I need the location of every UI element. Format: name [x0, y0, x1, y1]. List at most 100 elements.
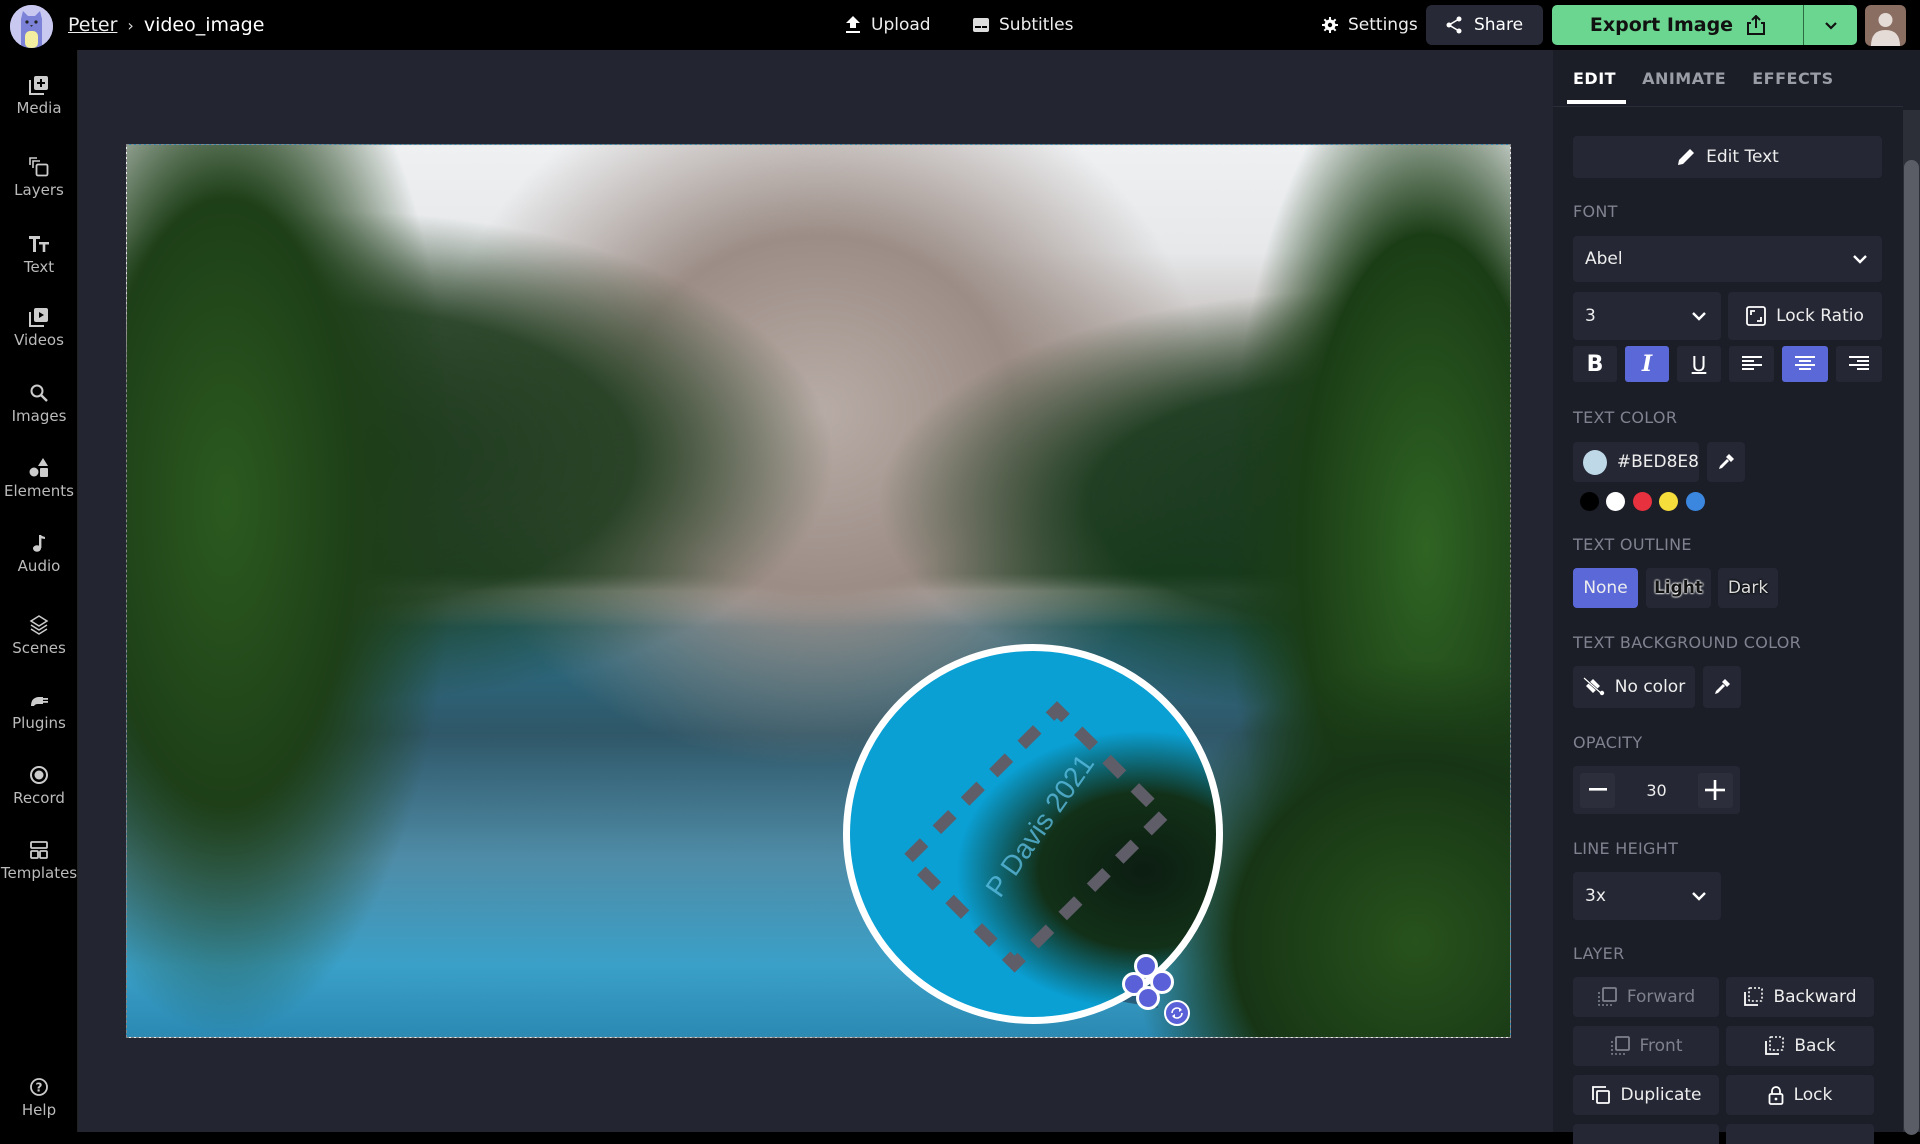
chevron-down-icon [1853, 255, 1867, 264]
export-label: Export Image [1589, 14, 1734, 36]
share-label: Share [1473, 15, 1524, 35]
sidebar-label-plugins: Plugins [12, 714, 66, 732]
opacity-value[interactable]: 30 [1646, 781, 1666, 800]
breadcrumb-parent-link[interactable]: Peter [68, 14, 117, 36]
lock-button[interactable]: Lock [1726, 1075, 1874, 1115]
layer-back-button[interactable]: Back [1726, 1026, 1874, 1066]
outline-light-button[interactable]: Light [1646, 568, 1711, 608]
sidebar-item-videos[interactable]: Videos [0, 307, 78, 349]
sidebar-item-layers[interactable]: Layers [0, 157, 78, 199]
settings-label: Settings [1348, 15, 1418, 35]
sidebar-label-templates: Templates [0, 864, 78, 882]
left-sidebar: Media Layers Text Videos Images Elements… [0, 50, 78, 1132]
color-preset-red[interactable] [1633, 492, 1652, 511]
outline-none-button[interactable]: None [1573, 568, 1638, 608]
tab-animate[interactable]: ANIMATE [1642, 50, 1726, 106]
chevron-down-icon [1824, 21, 1837, 30]
color-preset-black[interactable] [1580, 492, 1599, 511]
align-left-button[interactable] [1729, 346, 1774, 382]
sidebar-item-text[interactable]: Text [0, 234, 78, 276]
upload-button[interactable]: Upload [845, 0, 931, 50]
send-to-back-icon [1765, 1036, 1785, 1055]
more-layer-button-partial[interactable] [1573, 1124, 1719, 1144]
font-size-select[interactable]: 3 [1573, 292, 1721, 340]
templates-icon [30, 841, 48, 859]
record-icon [30, 766, 48, 784]
magnifier-pointer [978, 880, 1158, 1008]
paint-bucket-no-color-icon [1582, 677, 1604, 696]
send-backward-icon [1744, 987, 1764, 1006]
app-logo-avatar[interactable] [10, 5, 53, 48]
layer-front-button[interactable]: Front [1573, 1026, 1719, 1066]
color-preset-white[interactable] [1606, 492, 1625, 511]
opacity-decrease-button[interactable] [1580, 772, 1615, 808]
sidebar-item-media[interactable]: Media [0, 75, 78, 117]
text-color-heading: TEXT COLOR [1573, 408, 1678, 427]
sidebar-item-templates[interactable]: Templates [0, 840, 78, 882]
sidebar-item-plugins[interactable]: Plugins [0, 690, 78, 732]
sidebar-item-help[interactable]: ? Help [0, 1077, 78, 1119]
align-right-icon [1849, 356, 1869, 370]
user-avatar[interactable] [1865, 5, 1906, 46]
sidebar-label-elements: Elements [4, 482, 74, 500]
svg-text:?: ? [36, 1081, 43, 1095]
tab-effects[interactable]: EFFECTS [1752, 50, 1833, 106]
color-preset-blue[interactable] [1686, 492, 1705, 511]
plug-icon [31, 697, 48, 706]
sidebar-label-scenes: Scenes [12, 639, 66, 657]
rotate-icon [1171, 1007, 1183, 1019]
text-background-color-picker[interactable]: No color [1573, 666, 1695, 708]
line-height-select[interactable]: 3x [1573, 872, 1721, 920]
top-bar: Peter › video_image Upload Subtitles Set… [0, 0, 1920, 50]
edit-text-button[interactable]: Edit Text [1573, 136, 1882, 178]
resize-handle-bottom[interactable] [1136, 986, 1160, 1010]
upload-icon [846, 16, 860, 33]
tabs-divider [1553, 106, 1903, 107]
breadcrumb-separator: › [127, 15, 134, 35]
rotate-handle[interactable] [1164, 1000, 1190, 1026]
bring-forward-icon [1598, 987, 1617, 1006]
media-plus-icon [29, 76, 48, 95]
italic-button[interactable]: I [1625, 346, 1669, 382]
chevron-down-icon [1692, 312, 1706, 321]
opacity-increase-button[interactable] [1697, 772, 1733, 808]
sidebar-item-audio[interactable]: Audio [0, 533, 78, 575]
more-layer-button-partial[interactable] [1726, 1124, 1874, 1144]
subtitles-button[interactable]: Subtitles [973, 0, 1073, 50]
video-play-icon [29, 308, 48, 327]
align-center-button[interactable] [1782, 346, 1828, 382]
layer-forward-button[interactable]: Forward [1573, 977, 1719, 1017]
sidebar-item-elements[interactable]: Elements [0, 458, 78, 500]
sidebar-item-scenes[interactable]: Scenes [0, 615, 78, 657]
bold-button[interactable]: B [1573, 346, 1617, 382]
project-name[interactable]: video_image [144, 14, 265, 36]
share-button[interactable]: Share [1426, 5, 1543, 45]
align-right-button[interactable] [1836, 346, 1882, 382]
sidebar-item-images[interactable]: Images [0, 383, 78, 425]
layer-backward-button[interactable]: Backward [1726, 977, 1874, 1017]
text-background-eyedropper-button[interactable] [1703, 666, 1741, 708]
export-image-button[interactable]: Export Image [1552, 5, 1803, 45]
cat-logo-icon [10, 5, 53, 48]
export-options-dropdown[interactable] [1803, 5, 1857, 45]
text-color-value: #BED8E8 [1616, 452, 1699, 472]
lock-ratio-button[interactable]: Lock Ratio [1728, 292, 1882, 340]
tab-edit[interactable]: EDIT [1566, 50, 1627, 106]
properties-panel: EDIT ANIMATE EFFECTS Edit Text FONT Abel… [1553, 50, 1920, 1144]
font-family-value: Abel [1585, 249, 1623, 269]
color-preset-yellow[interactable] [1659, 492, 1678, 511]
minus-icon [1588, 788, 1607, 791]
plus-icon [1705, 780, 1726, 800]
layer-forward-label: Forward [1626, 987, 1696, 1007]
underline-button[interactable]: U [1677, 346, 1721, 382]
outline-dark-button[interactable]: Dark [1718, 568, 1778, 608]
settings-button[interactable]: Settings [1322, 0, 1418, 50]
sidebar-item-record[interactable]: Record [0, 765, 78, 807]
panel-scrollbar-thumb[interactable] [1904, 160, 1919, 1135]
duplicate-button[interactable]: Duplicate [1573, 1075, 1719, 1115]
font-family-select[interactable]: Abel [1573, 236, 1882, 282]
line-height-heading: LINE HEIGHT [1573, 839, 1679, 858]
stack-icon [29, 615, 49, 635]
text-color-picker[interactable]: #BED8E8 [1573, 442, 1699, 482]
text-color-eyedropper-button[interactable] [1707, 442, 1745, 482]
